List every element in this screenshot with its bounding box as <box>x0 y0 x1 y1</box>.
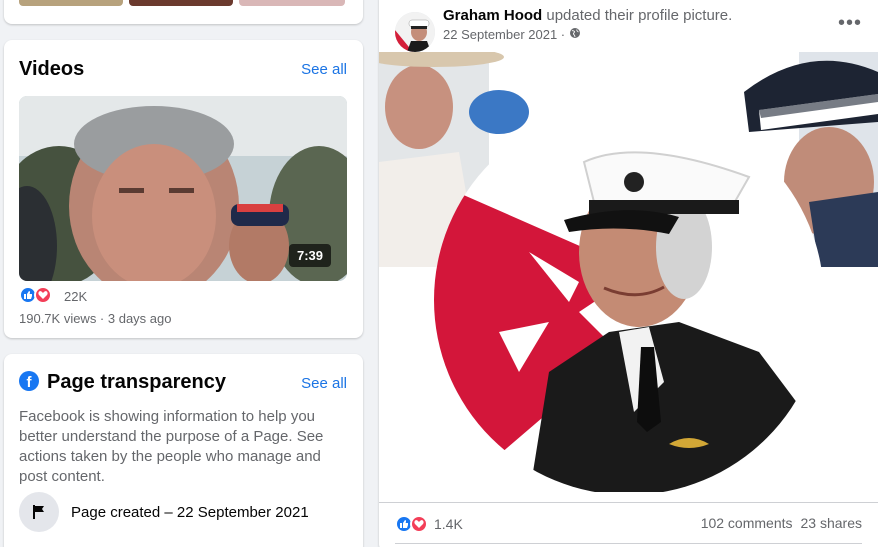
photo-thumbnail[interactable] <box>129 0 233 6</box>
post-divider <box>379 502 878 503</box>
profile-picture-image[interactable] <box>379 52 878 492</box>
photos-card-bottom <box>4 0 363 24</box>
comments-count-link[interactable]: 102 comments <box>701 515 793 531</box>
actions-divider <box>395 543 862 544</box>
transparency-see-all-link[interactable]: See all <box>301 375 347 392</box>
videos-see-all-link[interactable]: See all <box>301 61 347 78</box>
video-duration: 7:39 <box>288 244 331 267</box>
page-created-info: Page created – 22 September 2021 <box>71 504 309 521</box>
shares-count-link[interactable]: 23 shares <box>801 515 862 531</box>
profile-picture-post: Graham Hood updated their profile pictur… <box>379 0 878 547</box>
love-icon <box>410 515 428 533</box>
more-icon[interactable]: ••• <box>838 12 862 35</box>
author-name-link[interactable]: Graham Hood <box>443 7 542 24</box>
videos-title: Videos <box>19 58 85 80</box>
videos-card: Videos See all 7:39 22K 190.7K views · 3… <box>4 40 363 338</box>
photo-thumbnail[interactable] <box>19 0 123 6</box>
post-action-text: updated their profile picture. <box>542 7 733 24</box>
page-transparency-title: Page transparency <box>47 371 226 393</box>
post-reactions[interactable]: 1.4K <box>395 515 463 533</box>
love-icon <box>34 286 52 304</box>
post-timestamp: 22 September 2021 · <box>443 27 581 42</box>
transparency-description: Facebook is showing information to help … <box>19 408 324 485</box>
video-reactions[interactable] <box>19 286 52 304</box>
facebook-icon: f <box>19 371 39 391</box>
page-transparency-card: f Page transparency See all Facebook is … <box>4 354 363 547</box>
post-header: Graham Hood updated their profile pictur… <box>443 7 732 24</box>
post-time-text[interactable]: 22 September 2021 · <box>443 27 565 42</box>
video-reactions-count[interactable]: 22K <box>64 289 87 304</box>
globe-icon <box>569 27 581 42</box>
post-engagement-stats: 102 comments 23 shares <box>701 515 862 531</box>
video-thumbnail[interactable]: 7:39 <box>19 96 347 281</box>
author-avatar[interactable] <box>395 12 435 52</box>
photo-thumbnail[interactable] <box>239 0 345 6</box>
video-views-line: 190.7K views · 3 days ago <box>19 311 172 326</box>
post-reactions-count[interactable]: 1.4K <box>434 516 463 532</box>
flag-icon <box>19 492 59 532</box>
